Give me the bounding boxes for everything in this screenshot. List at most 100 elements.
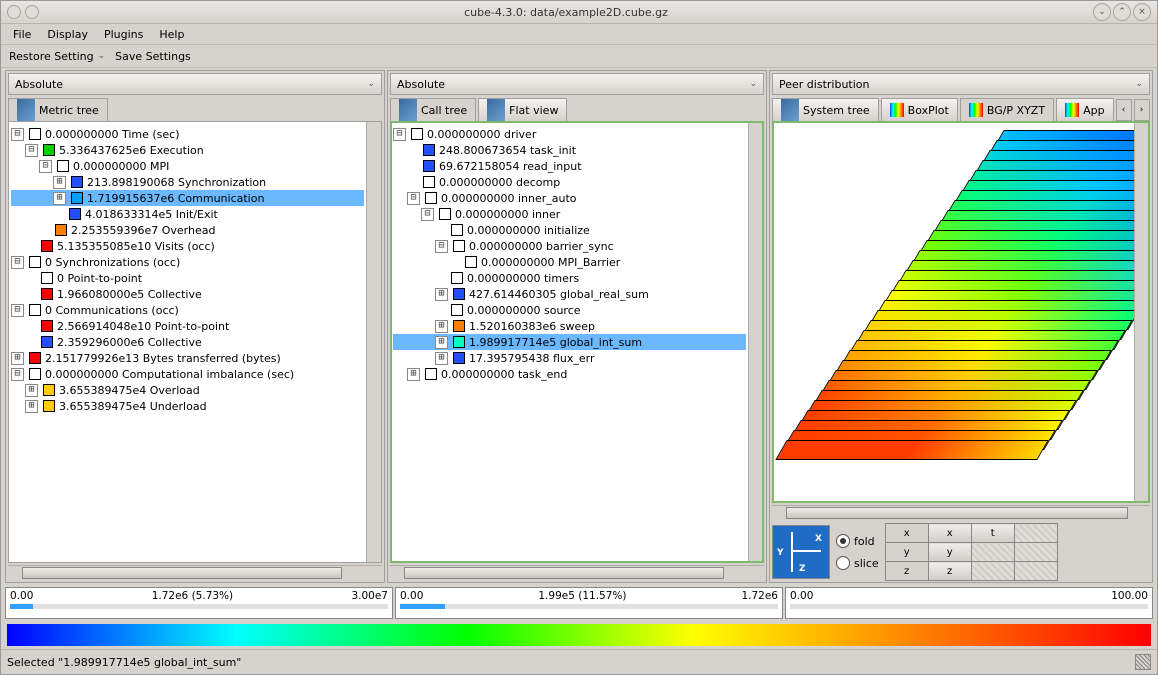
tree-row[interactable]: 0.000000000 source [393, 302, 746, 318]
tab-metric-tree[interactable]: Metric tree [8, 98, 108, 121]
tree-row[interactable]: ⊟0.000000000 inner_auto [393, 190, 746, 206]
expand-icon[interactable]: ⊞ [25, 400, 38, 413]
save-settings-button[interactable]: Save Settings [115, 50, 191, 63]
menu-file[interactable]: File [5, 26, 39, 43]
expand-icon[interactable]: ⊞ [25, 384, 38, 397]
tree-row[interactable]: ⊟0.000000000 Time (sec) [11, 126, 364, 142]
close-button[interactable]: × [1133, 3, 1151, 21]
expand-icon[interactable]: ⊞ [407, 368, 420, 381]
tree-row[interactable]: ⊟0.000000000 driver [393, 126, 746, 142]
expand-icon[interactable]: ⊞ [435, 336, 448, 349]
menu-display[interactable]: Display [39, 26, 96, 43]
system-mode-combo[interactable]: Peer distribution⌄ [772, 73, 1150, 95]
expand-icon[interactable]: ⊞ [11, 352, 24, 365]
tree-row[interactable]: ⊟0.000000000 barrier_sync [393, 238, 746, 254]
tree-row[interactable]: ⊞213.898190068 Synchronization [11, 174, 364, 190]
tree-row[interactable]: ⊟ 0.000000000 inner [393, 206, 746, 222]
call-tree[interactable]: ⊟0.000000000 driver248.800673654 task_in… [391, 122, 748, 562]
tabs-scroll-left[interactable]: ‹ [1116, 99, 1132, 121]
collapse-icon[interactable]: ⊟ [11, 304, 24, 317]
tree-row[interactable]: ⊞1.520160383e6 sweep [393, 318, 746, 334]
collapse-icon[interactable]: ⊟ [435, 240, 448, 253]
expand-icon[interactable]: ⊞ [53, 192, 66, 205]
expand-icon[interactable]: ⊞ [435, 352, 448, 365]
collapse-icon[interactable]: ⊟ [393, 128, 406, 141]
radio-slice[interactable]: slice [836, 556, 879, 570]
menu-help[interactable]: Help [151, 26, 192, 43]
tree-row[interactable]: 0.000000000 decomp [393, 174, 746, 190]
tab-app[interactable]: App [1056, 98, 1114, 121]
collapse-icon[interactable]: ⊟ [11, 128, 24, 141]
collapse-icon[interactable]: ⊟ [39, 160, 52, 173]
tree-row[interactable]: ⊞17.395795438 flux_err [393, 350, 746, 366]
restore-setting-button[interactable]: Restore Setting ⌄ [9, 50, 105, 63]
tabs-scroll-right[interactable]: › [1134, 99, 1150, 121]
expand-icon[interactable]: ⊞ [53, 176, 66, 189]
tree-row[interactable]: 5.135355085e10 Visits (occ) [11, 238, 364, 254]
v-scrollbar[interactable] [1134, 122, 1149, 502]
tree-row[interactable]: 0.000000000 initialize [393, 222, 746, 238]
tree-row[interactable]: ⊞1.989917714e5 global_int_sum [393, 334, 746, 350]
tree-row[interactable]: ⊞1.719915637e6 Communication [11, 190, 364, 206]
tab-call-tree[interactable]: Call tree [390, 98, 476, 121]
menu-plugins[interactable]: Plugins [96, 26, 151, 43]
tree-label: 0.000000000 inner [455, 208, 560, 221]
axis-button[interactable]: y [928, 543, 971, 562]
tree-row[interactable]: 1.966080000e5 Collective [11, 286, 364, 302]
tree-row[interactable]: 4.018633314e5 Init/Exit [11, 206, 364, 222]
collapse-icon[interactable]: ⊟ [11, 368, 24, 381]
resize-grip[interactable] [1135, 654, 1151, 670]
maximize-button[interactable]: ⌃ [1113, 3, 1131, 21]
tree-row[interactable]: 0 Point-to-point [11, 270, 364, 286]
v-scrollbar[interactable] [748, 122, 763, 562]
tree-row[interactable]: ⊟0 Communications (occ) [11, 302, 364, 318]
axis-button[interactable]: t [971, 524, 1014, 543]
system-panel: Peer distribution⌄ System tree BoxPlot B… [769, 70, 1153, 583]
tree-row[interactable]: 0.000000000 timers [393, 270, 746, 286]
h-scrollbar[interactable] [772, 505, 1150, 520]
tree-row[interactable]: ⊞3.655389475e4 Overload [11, 382, 364, 398]
v-scrollbar[interactable] [366, 122, 381, 562]
tree-row[interactable]: ⊞0.000000000 task_end [393, 366, 746, 382]
h-scrollbar[interactable] [8, 565, 382, 580]
metric-tree[interactable]: ⊟0.000000000 Time (sec)⊟5.336437625e6 Ex… [9, 122, 366, 562]
topology-canvas[interactable] [773, 122, 1134, 502]
h-scrollbar[interactable] [390, 565, 764, 580]
tree-row[interactable]: 0.000000000 MPI_Barrier [393, 254, 746, 270]
tree-label: 3.655389475e4 Underload [59, 400, 207, 413]
tab-bgp-xyzt[interactable]: BG/P XYZT [960, 98, 1054, 121]
tree-row[interactable]: ⊟5.336437625e6 Execution [11, 142, 364, 158]
tree-row[interactable]: ⊞2.151779926e13 Bytes transferred (bytes… [11, 350, 364, 366]
tree-row[interactable]: 2.253559396e7 Overhead [11, 222, 364, 238]
call-mode-combo[interactable]: Absolute⌄ [390, 73, 764, 95]
tab-system-tree[interactable]: System tree [772, 98, 879, 121]
status-bar: Selected "1.989917714e5 global_int_sum" [1, 649, 1157, 674]
tree-row[interactable]: ⊞427.614460305 global_real_sum [393, 286, 746, 302]
metric-color-box [55, 224, 67, 236]
tree-row[interactable]: ⊟0 Synchronizations (occ) [11, 254, 364, 270]
tree-row[interactable]: ⊟0.000000000 MPI [11, 158, 364, 174]
minimize-button[interactable]: ⌄ [1093, 3, 1111, 21]
topology-controls: Y X Z fold slice xxtyyzz [772, 524, 1150, 580]
metric-mode-combo[interactable]: Absolute⌄ [8, 73, 382, 95]
tree-label: 0 Point-to-point [57, 272, 142, 285]
tree-row[interactable]: ⊞ 3.655389475e4 Underload [11, 398, 364, 414]
expand-icon[interactable]: ⊞ [435, 288, 448, 301]
tab-flat-view[interactable]: Flat view [478, 98, 567, 121]
collapse-icon[interactable]: ⊟ [11, 256, 24, 269]
axes-orientation-icon[interactable]: Y X Z [772, 525, 830, 579]
collapse-icon[interactable]: ⊟ [421, 208, 434, 221]
tree-row[interactable]: 69.672158054 read_input [393, 158, 746, 174]
axis-button[interactable]: x [928, 524, 971, 543]
tree-row[interactable]: 2.359296000e6 Collective [11, 334, 364, 350]
collapse-icon[interactable]: ⊟ [25, 144, 38, 157]
axis-button[interactable]: z [928, 562, 971, 581]
chevron-down-icon: ⌄ [367, 79, 375, 89]
tree-row[interactable]: 248.800673654 task_init [393, 142, 746, 158]
tree-row[interactable]: 2.566914048e10 Point-to-point [11, 318, 364, 334]
expand-icon[interactable]: ⊞ [435, 320, 448, 333]
tab-boxplot[interactable]: BoxPlot [881, 98, 958, 121]
collapse-icon[interactable]: ⊟ [407, 192, 420, 205]
tree-row[interactable]: ⊟0.000000000 Computational imbalance (se… [11, 366, 364, 382]
radio-fold[interactable]: fold [836, 534, 879, 548]
